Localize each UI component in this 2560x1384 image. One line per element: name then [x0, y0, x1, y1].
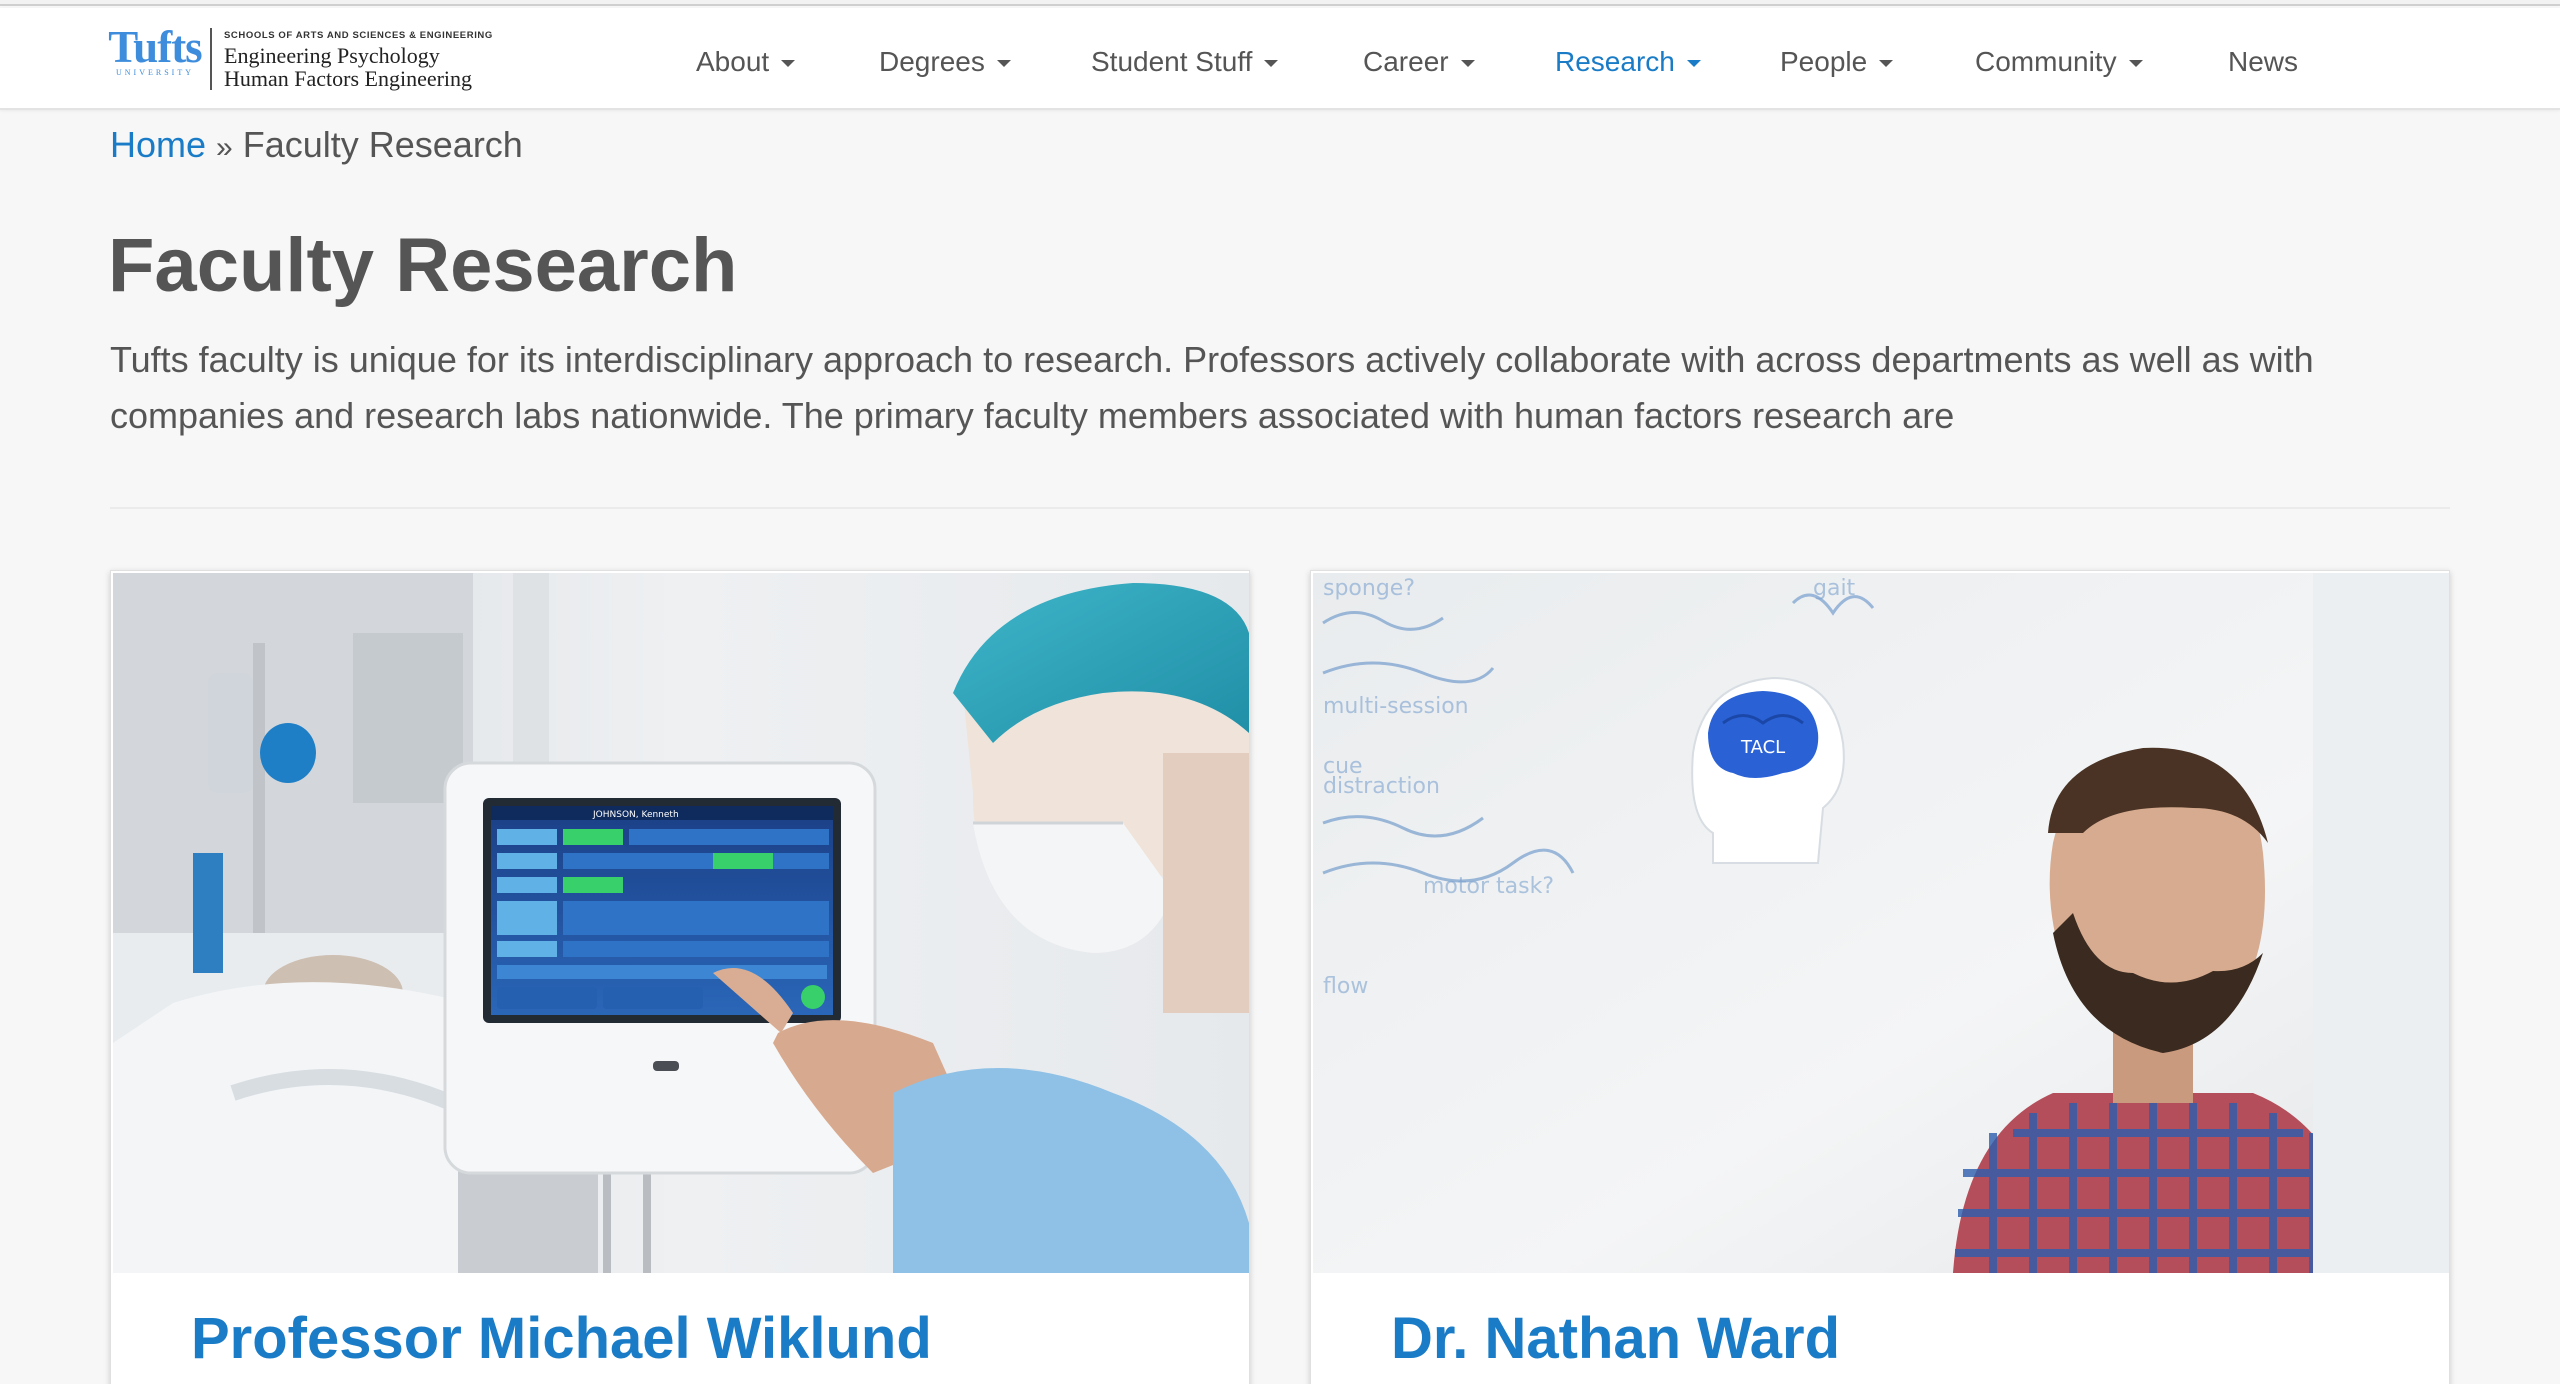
caret-down-icon: [996, 59, 1011, 67]
logo-school: Schools of Arts and Sciences & Engineeri…: [224, 30, 493, 41]
logo-program-line1: Engineering Psychology: [224, 43, 440, 68]
scrawl-text: sponge?: [1323, 576, 1415, 601]
tufts-wordmark-text: Tufts: [108, 22, 202, 72]
scrawl-text: flow: [1323, 974, 1368, 999]
caret-down-icon: [1264, 59, 1279, 67]
breadcrumb-separator: »: [216, 131, 233, 164]
nav-community-label: Community: [1975, 46, 2117, 77]
caret-down-icon: [1879, 59, 1894, 67]
nav-career[interactable]: Career: [1363, 36, 1475, 88]
caret-down-icon: [2128, 59, 2143, 67]
scrawl-text: motor task?: [1423, 874, 1554, 899]
browser-top-edge: [0, 0, 2560, 6]
nav-career-label: Career: [1363, 46, 1449, 77]
nav-people[interactable]: People: [1780, 36, 1894, 88]
logo-divider: [210, 28, 212, 90]
scrawl-text: distraction: [1323, 774, 1440, 799]
scrawl-text: gait: [1813, 576, 1856, 601]
breadcrumb-current: Faculty Research: [242, 124, 523, 165]
man-whiteboard-illustration: sponge? multi-session cue distraction ga…: [1313, 573, 2449, 1273]
brain-label: TACL: [1740, 737, 1785, 758]
nav-student-stuff[interactable]: Student Stuff: [1091, 36, 1279, 88]
site-header: Tufts UNIVERSITY Schools of Arts and Sci…: [0, 8, 2560, 110]
nav-people-label: People: [1780, 46, 1868, 77]
nav-news-label: News: [2228, 46, 2299, 77]
page-title: Faculty Research: [108, 223, 738, 308]
caret-down-icon: [1460, 59, 1475, 67]
nav-about-label: About: [696, 46, 770, 77]
nav-community[interactable]: Community: [1975, 36, 2143, 88]
faculty-card-ward[interactable]: sponge? multi-session cue distraction ga…: [1310, 570, 2450, 1384]
faculty-card-wiklund[interactable]: JOHNSON, Kenneth Professor Michael Wiklu…: [110, 570, 1250, 1384]
faculty-name-ward[interactable]: Dr. Nathan Ward: [1391, 1305, 1840, 1372]
logo-text: Schools of Arts and Sciences & Engineeri…: [224, 24, 493, 90]
site-logo[interactable]: Tufts UNIVERSITY Schools of Arts and Sci…: [108, 24, 493, 98]
nurse-touchscreen-photo[interactable]: JOHNSON, Kenneth: [113, 573, 1249, 1273]
caret-down-icon: [781, 59, 796, 67]
whiteboard-portrait-photo[interactable]: sponge? multi-session cue distraction ga…: [1313, 573, 2449, 1273]
faculty-name-wiklund[interactable]: Professor Michael Wiklund: [191, 1305, 932, 1372]
intro-paragraph: Tufts faculty is unique for its interdis…: [110, 339, 2314, 436]
tufts-wordmark-subtext: UNIVERSITY: [116, 68, 194, 77]
nav-student-stuff-label: Student Stuff: [1091, 46, 1253, 77]
scrawl-text: multi-session: [1323, 694, 1469, 719]
caret-down-icon: [1686, 59, 1701, 67]
breadcrumb-home-link[interactable]: Home: [110, 124, 206, 165]
tufts-wordmark: Tufts UNIVERSITY: [108, 24, 202, 77]
nurse-touchscreen-illustration: JOHNSON, Kenneth: [113, 573, 1249, 1273]
nav-research-label: Research: [1555, 46, 1675, 77]
breadcrumb: Home » Faculty Research: [110, 124, 523, 166]
nav-research[interactable]: Research: [1555, 36, 1701, 88]
logo-program-line2: Human Factors Engineering: [224, 66, 473, 91]
section-divider: [110, 507, 2450, 509]
nav-degrees[interactable]: Degrees: [879, 36, 1011, 88]
nav-news[interactable]: News: [2228, 36, 2298, 88]
monitor-patient-name: JOHNSON, Kenneth: [592, 810, 679, 820]
nav-about[interactable]: About: [696, 36, 796, 88]
nav-degrees-label: Degrees: [879, 46, 985, 77]
